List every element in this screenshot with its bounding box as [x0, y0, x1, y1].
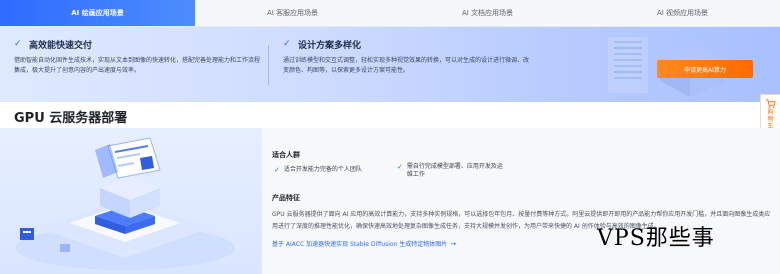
check-icon: ✓ [283, 39, 291, 49]
cart-label: 购物车 [767, 109, 774, 130]
tab-ai-customer-service[interactable]: AI 客服应用场景 [195, 0, 390, 26]
audience-title: 适合人群 [272, 151, 300, 159]
arrow-right-icon: → [450, 239, 457, 248]
deployment-details: 适合人群 ✓ 适合开发能力完备的个人团队 ✓ 需自行完成模型部署、应用开发及运维… [262, 128, 780, 274]
feature-description: 借助智能自动化固件生成技术，实现从文本到图像的快速转化，搭配完善处理能力和工作流… [14, 57, 261, 74]
tab-ai-document[interactable]: AI 文档应用场景 [390, 0, 585, 26]
feature-banner: ✓ 高效能快速交付 借助智能自动化固件生成技术，实现从文本到图像的快速转化，搭配… [0, 27, 780, 102]
watermark-text: VPS那些事 [597, 226, 715, 251]
feature-description: 通过训练模型和交互式调整，轻松实现多种视觉效果的转换，可以对生成的设计进行微调、… [283, 57, 530, 74]
check-icon: ✓ [274, 166, 280, 174]
aiacc-stable-diffusion-link[interactable]: 基于 AIACC 加速器快速实现 Stable Diffusion 生成特定物体… [272, 239, 457, 249]
scenario-tabs: AI 绘画应用场景 AI 客服应用场景 AI 文档应用场景 AI 视频应用场景 [0, 0, 780, 27]
audience-item: ✓ 适合开发能力完备的个人团队 [274, 166, 362, 174]
features-title: 产品特征 [272, 194, 300, 202]
tab-ai-painting[interactable]: AI 绘画应用场景 [0, 0, 195, 26]
check-icon: ✓ [397, 163, 403, 171]
tab-ai-video[interactable]: AI 视频应用场景 [585, 0, 780, 26]
apply-ai-compute-button[interactable]: 申请更高AI算力 [657, 60, 753, 78]
cart-icon [765, 99, 776, 108]
section-title: GPU 云服务器部署 [14, 111, 128, 126]
feature-fast-delivery: ✓ 高效能快速交付 借助智能自动化固件生成技术，实现从文本到图像的快速转化，搭配… [14, 37, 264, 76]
gpu-server-illustration [0, 128, 262, 274]
deployment-panel: 适合人群 ✓ 适合开发能力完备的个人团队 ✓ 需自行完成模型部署、应用开发及运维… [0, 128, 780, 274]
feature-title: 高效能快速交付 [29, 40, 93, 51]
banner-divider [268, 45, 269, 85]
audience-item: ✓ 需自行完成模型部署、应用开发及运维工作 [397, 163, 503, 178]
check-icon: ✓ [14, 39, 22, 49]
feature-title: 设计方案多样化 [298, 40, 362, 51]
feature-diverse-design: ✓ 设计方案多样化 通过训练模型和交互式调整，轻松实现多种视觉效果的转换，可以对… [283, 37, 533, 76]
